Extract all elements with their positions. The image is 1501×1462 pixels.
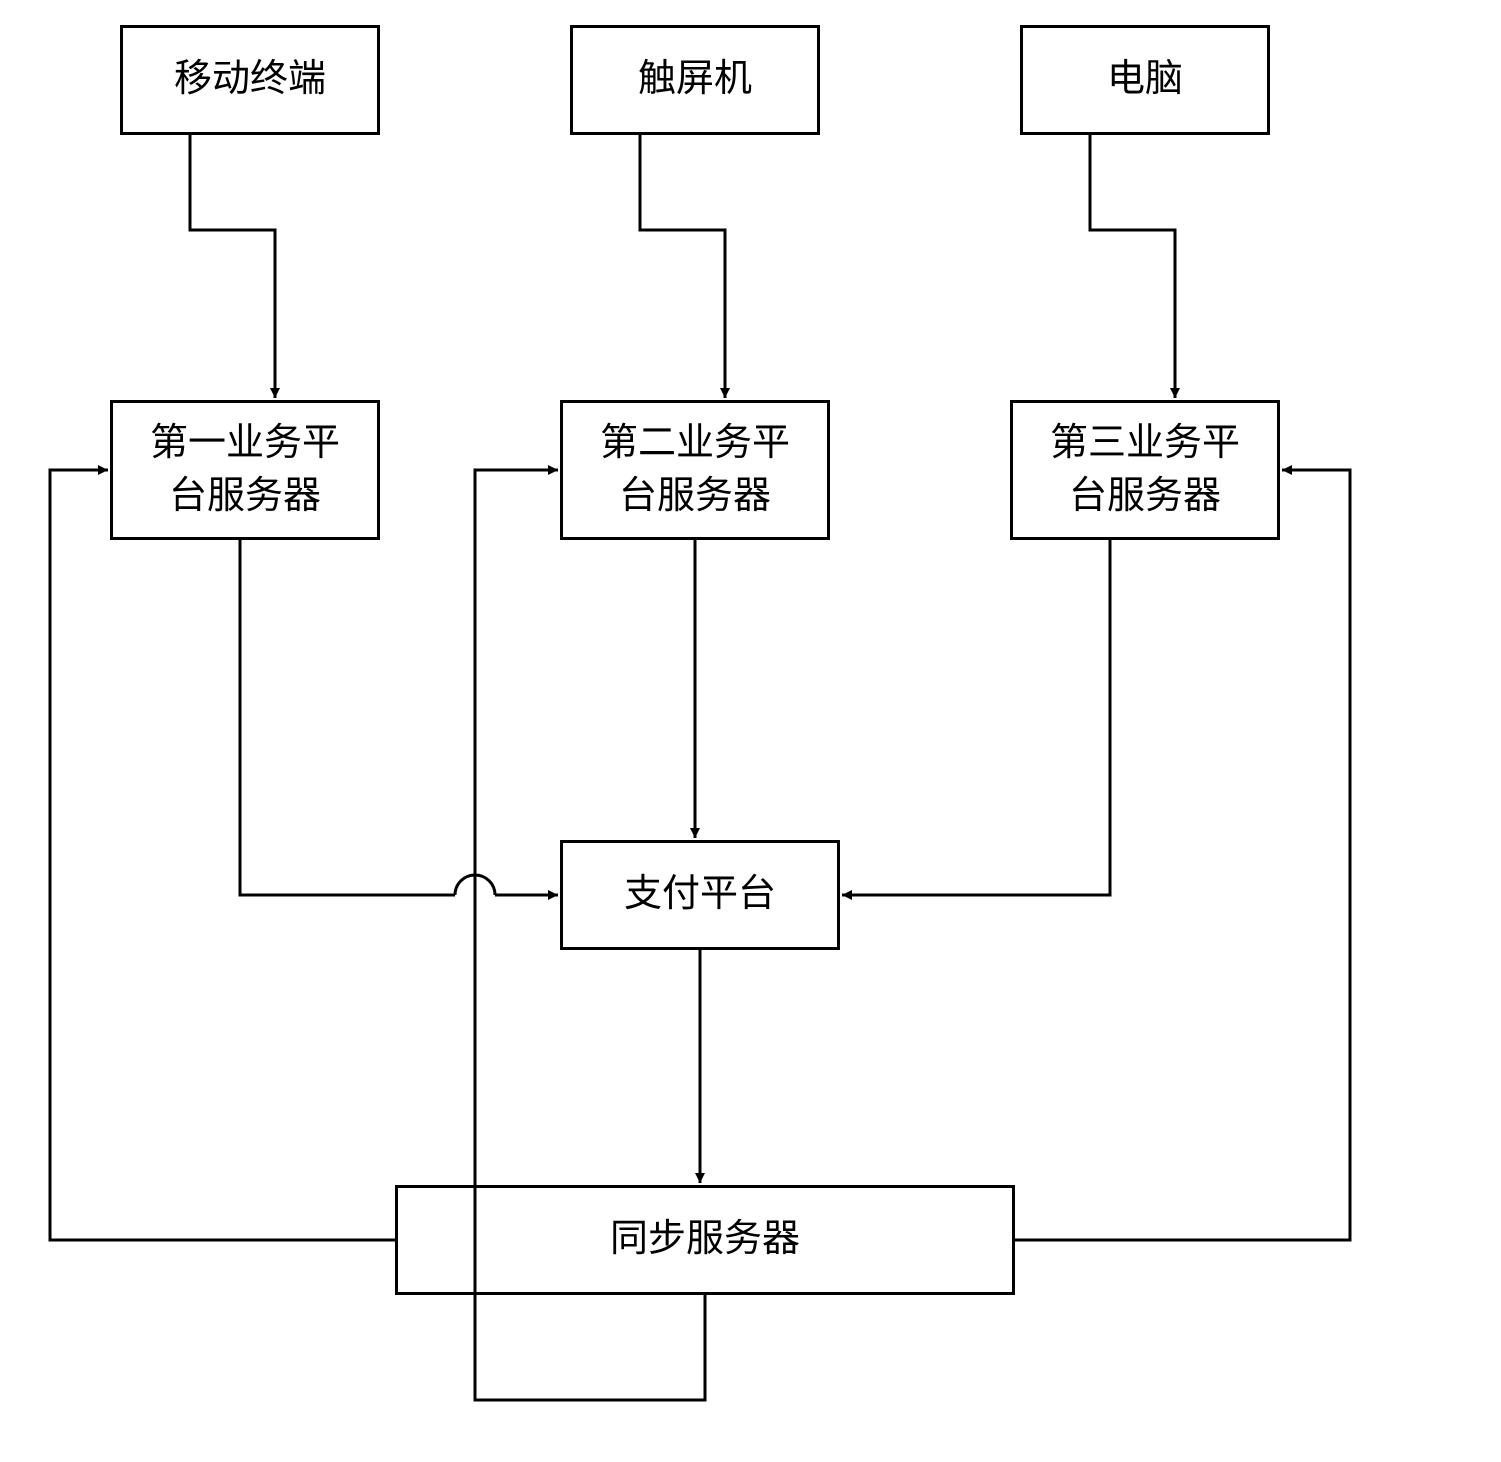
node-touch-machine: 触屏机 — [570, 25, 820, 135]
node-computer: 电脑 — [1020, 25, 1270, 135]
node-pay-platform: 支付平台 — [560, 840, 840, 950]
node-label: 支付平台 — [624, 868, 776, 921]
node-platform-2: 第二业务平 台服务器 — [560, 400, 830, 540]
node-label: 触屏机 — [638, 53, 752, 106]
node-platform-1: 第一业务平 台服务器 — [110, 400, 380, 540]
node-sync-server: 同步服务器 — [395, 1185, 1015, 1295]
node-label: 电脑 — [1107, 53, 1183, 106]
node-label: 移动终端 — [174, 53, 326, 106]
node-label: 第一业务平 台服务器 — [150, 417, 340, 523]
architecture-diagram: 移动终端 触屏机 电脑 第一业务平 台服务器 第二业务平 台服务器 第三业务平 … — [0, 0, 1501, 1462]
node-label: 第三业务平 台服务器 — [1050, 417, 1240, 523]
node-label: 同步服务器 — [610, 1213, 800, 1266]
node-mobile-terminal: 移动终端 — [120, 25, 380, 135]
node-label: 第二业务平 台服务器 — [600, 417, 790, 523]
node-platform-3: 第三业务平 台服务器 — [1010, 400, 1280, 540]
